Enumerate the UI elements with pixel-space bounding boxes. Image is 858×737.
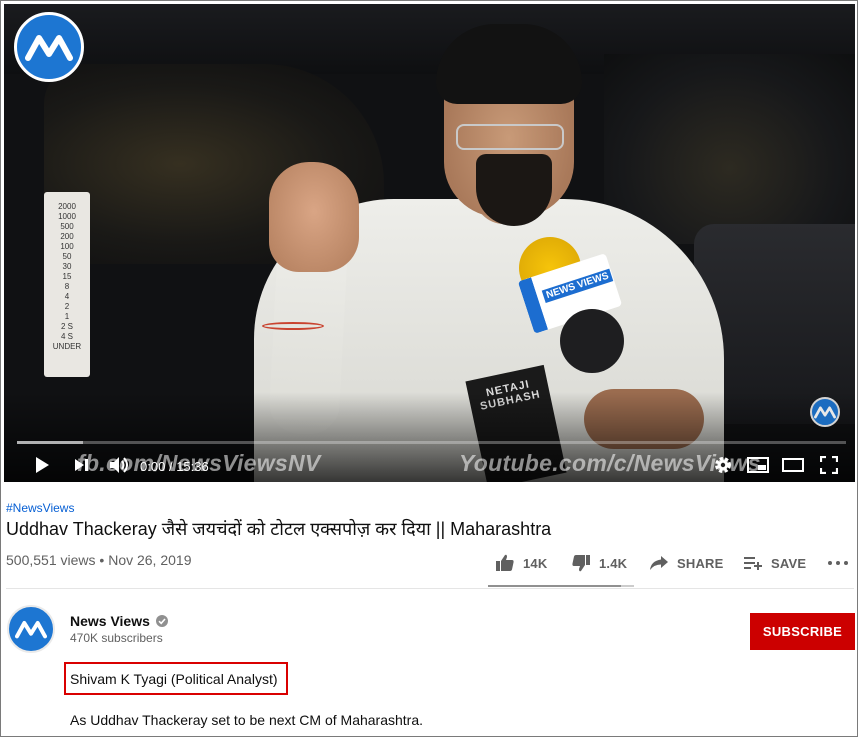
- rate-card-line: 2: [64, 302, 70, 311]
- person-glasses: [456, 124, 564, 150]
- mic-flag-label: NEWS VIEWS: [541, 268, 614, 303]
- watermark-logo: [810, 397, 840, 427]
- rate-card-line: 30: [62, 262, 72, 271]
- subscriber-count: 470K subscribers: [70, 631, 163, 645]
- more-horizontal-icon: [828, 561, 848, 565]
- play-icon: [36, 457, 49, 473]
- speaker-credit: Shivam K Tyagi (Political Analyst): [70, 670, 278, 687]
- thumbs-up-icon: [496, 554, 514, 571]
- rate-card-line: 4 S: [60, 332, 73, 341]
- save-button[interactable]: SAVE: [743, 549, 806, 577]
- dislike-button[interactable]: 1.4K: [571, 549, 627, 577]
- rate-card-line: 500: [60, 222, 74, 231]
- time-separator: /: [168, 459, 173, 474]
- settings-button[interactable]: [710, 452, 736, 478]
- share-label: SHARE: [677, 555, 724, 571]
- news-views-logo: [14, 12, 84, 82]
- upload-date: Nov 26, 2019: [108, 552, 192, 568]
- channel-avatar[interactable]: [7, 605, 55, 653]
- next-button[interactable]: [70, 452, 94, 478]
- rate-card-line: 1: [64, 312, 70, 321]
- video-frame: 2000 1000 500 200 100 50 30 15 8 4 2 1 2 S4 S UNDER N…: [4, 4, 855, 482]
- next-icon: [75, 459, 88, 471]
- volume-icon: [110, 457, 128, 473]
- channel-name-text: News Views: [70, 613, 150, 629]
- page-frame: 2000 1000 500 200 100 50 30 15 8 4 2 1 2 S4 S UNDER N…: [0, 0, 858, 737]
- rate-card-line: 8: [64, 282, 70, 291]
- sentiment-fill: [488, 585, 621, 587]
- rate-card-line: 1000: [58, 212, 76, 221]
- save-label: SAVE: [771, 555, 807, 571]
- rate-card-line: 200: [60, 232, 74, 241]
- thumbs-down-icon: [572, 555, 590, 572]
- miniplayer-icon: [747, 457, 769, 473]
- subscribe-button[interactable]: SUBSCRIBE: [750, 613, 855, 650]
- verified-badge-icon: [155, 615, 168, 627]
- current-time: 0:00: [140, 459, 166, 474]
- rate-card-line: 2 S: [60, 322, 73, 331]
- divider: [6, 588, 854, 589]
- rate-card-line: 100: [60, 242, 74, 251]
- theater-icon: [782, 458, 804, 472]
- video-player[interactable]: 2000 1000 500 200 100 50 30 15 8 4 2 1 2 S4 S UNDER N…: [4, 4, 855, 482]
- nv-avatar-icon: [15, 621, 47, 639]
- like-button[interactable]: 14K: [495, 549, 547, 577]
- meta-separator: •: [99, 552, 105, 568]
- play-button[interactable]: [30, 452, 54, 478]
- fullscreen-icon: [820, 456, 838, 474]
- share-icon: [650, 556, 668, 570]
- dislike-count: 1.4K: [599, 555, 628, 571]
- wrist-thread: [262, 322, 324, 330]
- progress-bar[interactable]: [17, 441, 846, 444]
- playlist-add-icon: [744, 557, 762, 570]
- video-title: Uddhav Thackeray जैसे जयचंदों को टोटल एक…: [6, 519, 552, 539]
- nv-watermark-icon: [814, 406, 836, 419]
- rate-card-line: 2000: [58, 202, 76, 211]
- video-meta: 500,551 views • Nov 26, 2019: [6, 552, 192, 568]
- miniplayer-button[interactable]: [744, 452, 772, 478]
- player-controls: 0:00 / 15:36: [4, 448, 855, 482]
- car-window-right: [604, 54, 855, 244]
- hashtag-link[interactable]: #NewsViews: [6, 501, 74, 515]
- rate-card-line: 4: [64, 292, 70, 301]
- channel-name[interactable]: News Views: [70, 613, 168, 629]
- fullscreen-button[interactable]: [816, 452, 842, 478]
- nv-logo-icon: [25, 35, 73, 61]
- rate-card-line: 15: [62, 272, 72, 281]
- more-actions-button[interactable]: [827, 549, 849, 577]
- highlighted-annotation-box: Shivam K Tyagi (Political Analyst): [64, 662, 288, 695]
- theater-mode-button[interactable]: [779, 452, 807, 478]
- black-microphone: [560, 309, 624, 373]
- person-fist: [269, 162, 359, 272]
- settings-icon: [715, 457, 731, 473]
- duration: 15:36: [176, 459, 209, 474]
- rate-card-sticker: 2000 1000 500 200 100 50 30 15 8 4 2 1 2 S4 S UNDER: [44, 192, 90, 377]
- share-button[interactable]: SHARE: [649, 549, 724, 577]
- rate-card-line: UNDER: [52, 342, 82, 351]
- buffered-bar: [17, 441, 84, 444]
- description-line: As Uddhav Thackeray set to be next CM of…: [70, 712, 424, 728]
- view-count: 500,551 views: [6, 552, 96, 568]
- time-display: 0:00 / 15:36: [140, 459, 209, 474]
- rate-card-line: 50: [62, 252, 72, 261]
- sentiment-bar: [488, 585, 634, 587]
- volume-button[interactable]: [106, 452, 134, 478]
- like-count: 14K: [523, 555, 548, 571]
